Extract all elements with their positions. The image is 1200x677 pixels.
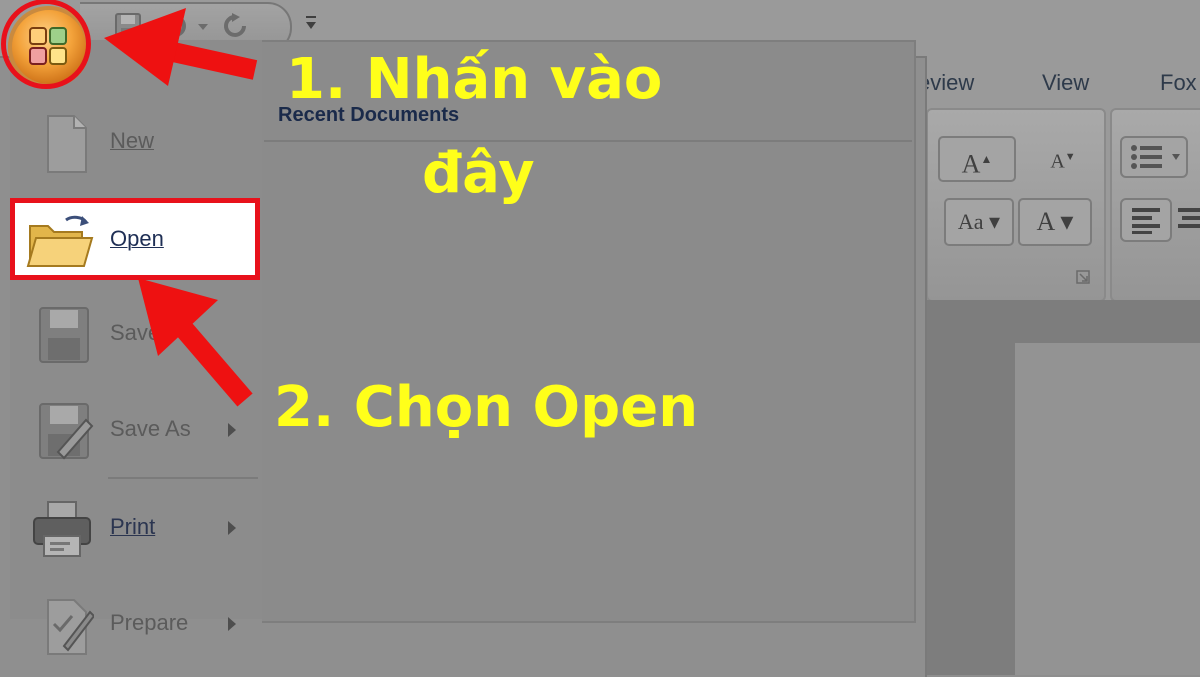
- align-left-icon[interactable]: [1120, 198, 1200, 242]
- recent-documents-pane: [262, 40, 916, 623]
- menu-item-label: New: [110, 128, 155, 153]
- divider: [264, 140, 912, 142]
- menu-item-label: Prepare: [110, 610, 189, 635]
- tab-view[interactable]: View: [1042, 70, 1089, 96]
- new-document-icon: [47, 115, 87, 173]
- customize-toolbar-icon[interactable]: [304, 14, 318, 32]
- annotation-step-2: 2. Chọn Open: [274, 375, 699, 440]
- menu-item-save-as[interactable]: Save As: [14, 396, 260, 466]
- change-case-label: Aa: [957, 209, 984, 234]
- shrink-font-label: A: [1050, 150, 1065, 173]
- submenu-arrow-icon: [228, 617, 236, 631]
- bullets-icon[interactable]: [1120, 136, 1190, 178]
- save-icon[interactable]: [114, 12, 142, 40]
- open-highlight-box: [10, 198, 260, 280]
- dialog-launcher-icon[interactable]: [1076, 270, 1090, 284]
- prepare-icon: [47, 599, 94, 655]
- font-color-button[interactable]: A ▾: [1018, 198, 1092, 246]
- font-color-label: A: [1036, 207, 1054, 236]
- menu-item-prepare[interactable]: Prepare: [14, 590, 260, 660]
- annotation-step-1-continued: đây: [422, 141, 535, 206]
- submenu-arrow-icon: [228, 423, 236, 437]
- change-case-button[interactable]: Aa ▾: [944, 198, 1014, 246]
- office-button-highlight: [1, 0, 91, 89]
- tab-foxit[interactable]: Fox: [1160, 70, 1197, 96]
- paragraph-group: [1110, 108, 1200, 302]
- annotation-step-1: 1. Nhấn vào: [286, 47, 663, 112]
- save-icon: [39, 307, 89, 363]
- menu-item-label: Save As: [110, 416, 191, 441]
- document-page[interactable]: [1015, 343, 1200, 675]
- menu-item-new[interactable]: New: [14, 108, 260, 178]
- redo-icon[interactable]: [222, 12, 250, 40]
- undo-icon[interactable]: [160, 12, 188, 40]
- grow-font-label: A: [961, 149, 981, 179]
- save-as-icon: [39, 403, 94, 460]
- printer-icon: [33, 501, 91, 557]
- menu-item-save[interactable]: Save: [14, 300, 260, 370]
- submenu-arrow-icon: [228, 521, 236, 535]
- menu-item-label: Save: [110, 320, 161, 345]
- grow-font-button[interactable]: A▲: [938, 136, 1016, 182]
- undo-dropdown-icon[interactable]: [196, 12, 210, 40]
- menu-separator: [108, 477, 258, 479]
- menu-item-print[interactable]: Print: [14, 494, 260, 564]
- shrink-font-button[interactable]: A▼: [1038, 136, 1088, 178]
- menu-item-label: Print: [110, 514, 156, 539]
- font-group: A▲ A▼ Aa ▾ A ▾: [926, 108, 1106, 302]
